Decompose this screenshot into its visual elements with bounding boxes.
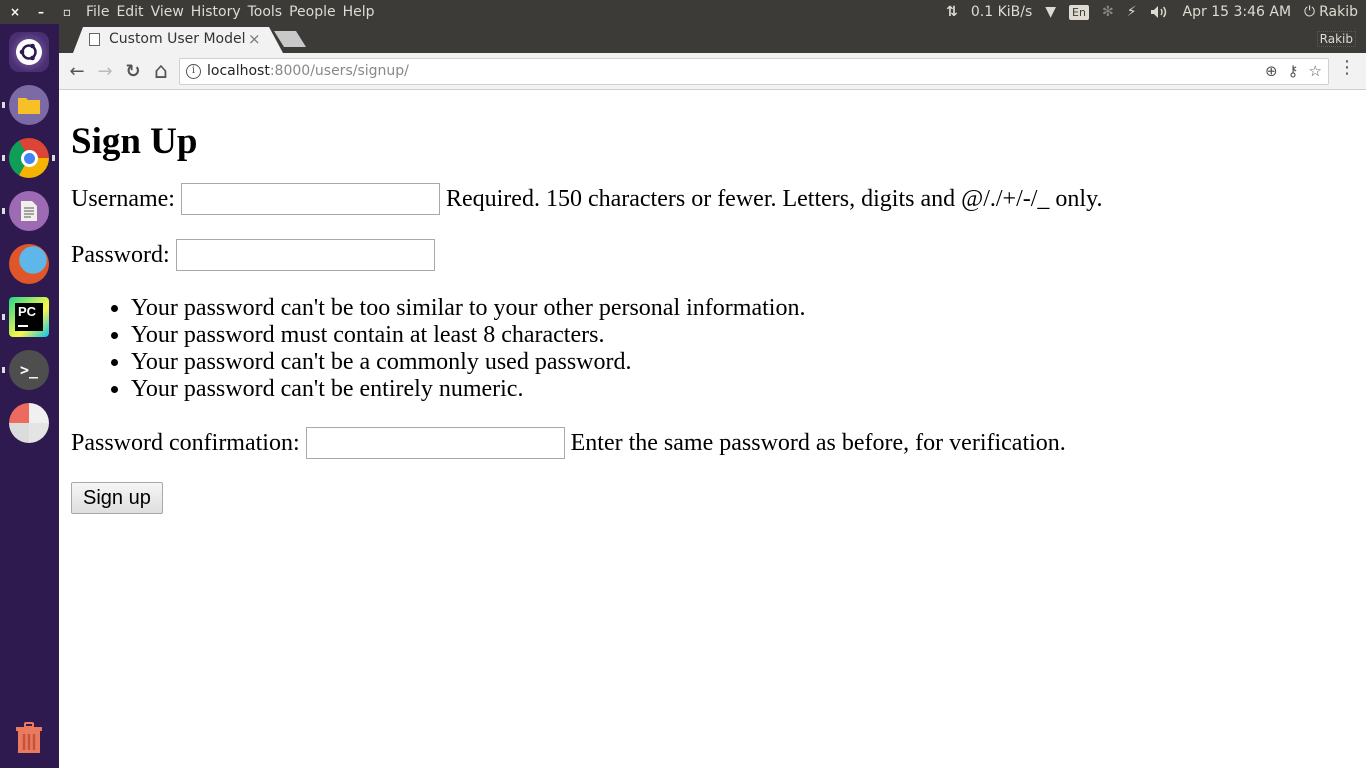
launcher-firefox[interactable]	[9, 244, 49, 284]
launcher-trash[interactable]	[9, 718, 49, 758]
page-favicon-icon	[89, 33, 100, 46]
unity-launcher: PC >_	[0, 24, 59, 768]
password-rule: Your password must contain at least 8 ch…	[131, 322, 1366, 349]
site-info-icon[interactable]: i	[186, 64, 201, 79]
app-menu-bar: File Edit View History Tools People Help	[86, 4, 382, 20]
running-indicator	[2, 208, 5, 214]
username-row: Username: Required. 150 characters or fe…	[71, 183, 1366, 215]
wifi-icon[interactable]: ▼	[1045, 4, 1056, 20]
running-indicator	[2, 367, 5, 373]
browser-menu-button[interactable]: ⋮	[1338, 59, 1356, 77]
browser-tab[interactable]: Custom User Model ×	[73, 27, 283, 53]
url-path: :8000/users/signup/	[269, 63, 409, 79]
address-bar[interactable]: i localhost:8000/users/signup/ ⊕ ⚷ ☆	[179, 58, 1329, 85]
home-button[interactable]: ⌂	[149, 59, 173, 84]
launcher-disk-usage[interactable]	[9, 403, 49, 443]
window-minimize-button[interactable]: –	[34, 5, 48, 19]
password-confirmation-row: Password confirmation: Enter the same pa…	[71, 427, 1366, 459]
browser-toolbar: ← → ↻ ⌂ i localhost:8000/users/signup/ ⊕…	[59, 53, 1366, 90]
username-help-text: Required. 150 characters or fewer. Lette…	[445, 186, 1103, 212]
trash-icon	[16, 722, 42, 753]
url-text[interactable]: localhost:8000/users/signup/	[207, 63, 409, 79]
menu-file[interactable]: File	[86, 4, 115, 20]
address-bar-actions: ⊕ ⚷ ☆	[1265, 62, 1322, 80]
new-tab-button[interactable]	[274, 31, 306, 47]
focused-indicator	[52, 155, 55, 161]
terminal-icon: >_	[19, 361, 39, 379]
menu-tools[interactable]: Tools	[248, 4, 289, 20]
password-rule: Your password can't be entirely numeric.	[131, 376, 1366, 403]
window-close-button[interactable]: ×	[8, 5, 22, 19]
password-confirmation-help-text: Enter the same password as before, for v…	[570, 430, 1066, 456]
tab-close-button[interactable]: ×	[248, 30, 261, 48]
password-input[interactable]	[175, 239, 435, 271]
system-top-panel: × – ▫ File Edit View History Tools Peopl…	[0, 0, 1366, 24]
launcher-ubuntu-dash[interactable]	[9, 32, 49, 72]
network-transfer-icon[interactable]: ⇅	[946, 4, 958, 20]
zoom-icon[interactable]: ⊕	[1265, 62, 1278, 80]
menu-help[interactable]: Help	[343, 4, 381, 20]
password-key-icon[interactable]: ⚷	[1288, 62, 1299, 80]
ubuntu-logo-icon	[16, 39, 42, 65]
menu-history[interactable]: History	[191, 4, 247, 20]
running-indicator	[2, 102, 5, 108]
url-host: localhost	[207, 63, 270, 79]
system-indicators: ⇅ 0.1 KiB/s ▼ En ✻ ⚡ Apr 15 3:46 AM ⏻ Ra…	[946, 0, 1358, 24]
document-icon	[21, 201, 37, 221]
password-row: Password:	[71, 239, 1366, 271]
power-icon: ⏻	[1304, 4, 1316, 20]
session-menu[interactable]: ⏻ Rakib	[1304, 4, 1358, 20]
window-controls: × – ▫	[0, 5, 86, 19]
chrome-icon	[20, 149, 38, 167]
reload-button[interactable]: ↻	[121, 59, 145, 83]
launcher-pycharm[interactable]: PC	[9, 297, 49, 337]
speaker-icon	[1150, 6, 1166, 18]
bookmark-star-icon[interactable]: ☆	[1309, 62, 1322, 80]
clock-indicator[interactable]: Apr 15 3:46 AM	[1183, 4, 1291, 20]
browser-tab-strip: Custom User Model × Rakib	[59, 24, 1366, 53]
profile-name-button[interactable]: Rakib	[1316, 31, 1356, 47]
network-speed-indicator[interactable]: 0.1 KiB/s	[971, 4, 1032, 20]
keyboard-layout-indicator[interactable]: En	[1069, 4, 1089, 20]
menu-edit[interactable]: Edit	[116, 4, 149, 20]
launcher-chrome[interactable]	[9, 138, 49, 178]
pycharm-icon: PC	[15, 303, 43, 331]
username-label: Username:	[71, 186, 175, 212]
password-label: Password:	[71, 242, 170, 268]
window-maximize-button[interactable]: ▫	[60, 5, 74, 19]
signup-form: Username: Required. 150 characters or fe…	[71, 183, 1366, 514]
running-indicator	[2, 314, 5, 320]
launcher-files[interactable]	[9, 85, 49, 125]
page-title: Sign Up	[71, 121, 198, 162]
menu-view[interactable]: View	[151, 4, 190, 20]
forward-button[interactable]: →	[93, 59, 117, 83]
back-button[interactable]: ←	[65, 59, 89, 83]
user-name: Rakib	[1319, 4, 1358, 20]
sign-up-button[interactable]: Sign up	[71, 482, 163, 514]
battery-icon[interactable]: ⚡	[1127, 4, 1137, 20]
running-indicator	[2, 155, 5, 161]
menu-people[interactable]: People	[289, 4, 342, 20]
folder-icon	[18, 98, 40, 114]
password-confirmation-label: Password confirmation:	[71, 430, 300, 456]
launcher-terminal[interactable]: >_	[9, 350, 49, 390]
launcher-text-editor[interactable]	[9, 191, 49, 231]
password-confirmation-input[interactable]	[305, 427, 565, 459]
password-rule: Your password can't be a commonly used p…	[131, 349, 1366, 376]
volume-icon[interactable]	[1150, 5, 1170, 19]
tab-title: Custom User Model	[109, 31, 246, 47]
password-rule: Your password can't be too similar to yo…	[131, 295, 1366, 322]
password-rules-list: Your password can't be too similar to yo…	[71, 295, 1366, 403]
page-content: Sign Up Username: Required. 150 characte…	[59, 91, 1366, 768]
username-input[interactable]	[180, 183, 440, 215]
bluetooth-icon[interactable]: ✻	[1102, 4, 1114, 20]
